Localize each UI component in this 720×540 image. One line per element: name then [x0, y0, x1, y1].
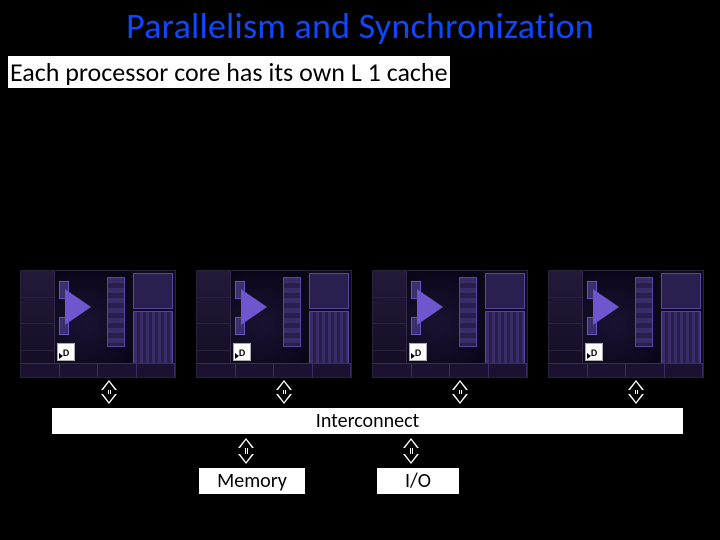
- slide: Parallelism and Synchronization Each pro…: [0, 0, 720, 540]
- mmu-icon: [485, 273, 525, 309]
- slide-subtitle: Each processor core has its own L 1 cach…: [8, 56, 450, 88]
- memory-box: Memory: [197, 466, 307, 496]
- bus-arrow-icon: [402, 438, 420, 464]
- bus-arrow-icon: [237, 438, 255, 464]
- io-box: I/O: [375, 466, 461, 496]
- register-file-icon: [283, 277, 301, 347]
- cores-row: D D D: [20, 270, 716, 378]
- bus-arrow-icon: [451, 380, 469, 404]
- cpu-core: D: [372, 270, 528, 378]
- alu-icon: [411, 279, 457, 339]
- mmu-icon: [309, 273, 349, 309]
- memory-label: Memory: [217, 469, 287, 493]
- register-file-icon: [459, 277, 477, 347]
- io-label: I/O: [405, 469, 431, 493]
- slide-title: Parallelism and Synchronization: [0, 4, 720, 48]
- alu-icon: [587, 279, 633, 339]
- register-file-icon: [635, 277, 653, 347]
- interconnect-label: Interconnect: [316, 409, 419, 433]
- dff-icon: D: [57, 343, 75, 361]
- alu-icon: [235, 279, 281, 339]
- interconnect-box: Interconnect: [50, 406, 685, 436]
- bus-arrow-icon: [100, 380, 118, 404]
- cpu-core: D: [548, 270, 704, 378]
- mmu-icon: [133, 273, 173, 309]
- dff-icon: D: [409, 343, 427, 361]
- cpu-core: D: [196, 270, 352, 378]
- cpu-core: D: [20, 270, 176, 378]
- alu-icon: [59, 279, 105, 339]
- mmu-icon: [661, 273, 701, 309]
- bus-arrow-icon: [275, 380, 293, 404]
- dff-icon: D: [233, 343, 251, 361]
- bus-arrow-icon: [627, 380, 645, 404]
- dff-icon: D: [585, 343, 603, 361]
- register-file-icon: [107, 277, 125, 347]
